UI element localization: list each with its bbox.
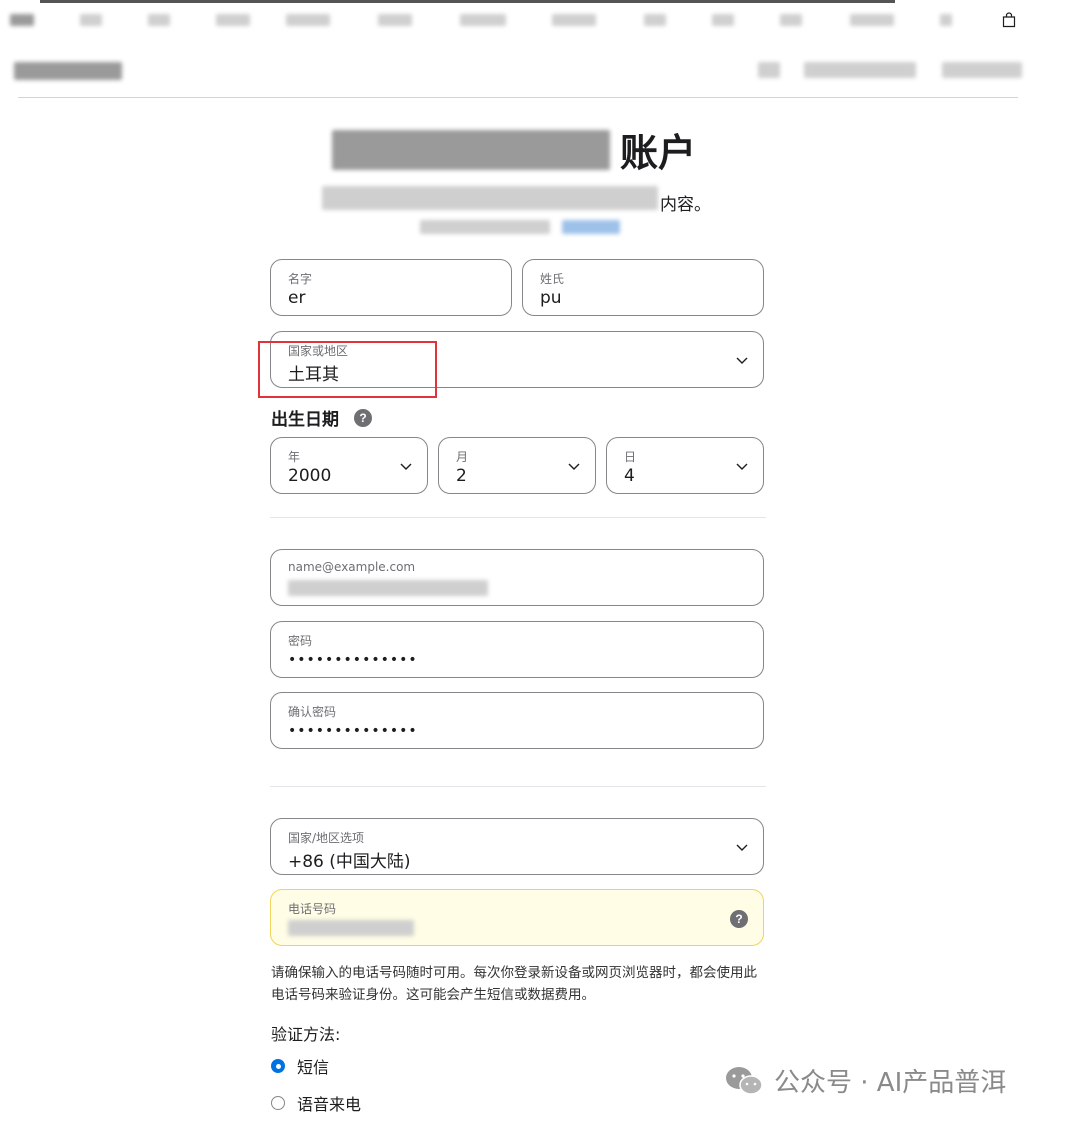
- confirm-password-field[interactable]: 确认密码 ••••••••••••••: [270, 692, 764, 749]
- chevron-down-icon: [568, 463, 580, 470]
- blurred-nav-item[interactable]: [552, 14, 596, 26]
- day-value: 4: [624, 466, 635, 486]
- year-select[interactable]: 年 2000: [270, 437, 428, 494]
- bag-icon[interactable]: [1002, 12, 1016, 28]
- section-divider: [270, 786, 766, 787]
- phone-number-label: 电话号码: [288, 902, 337, 916]
- chevron-down-icon: [400, 463, 412, 470]
- blurred-phone-value: [288, 920, 414, 936]
- help-icon[interactable]: ?: [730, 910, 748, 928]
- watermark: 公众号 · AI产品普洱: [724, 1062, 1006, 1099]
- last-name-value: pu: [540, 288, 562, 308]
- email-placeholder: name@example.com: [288, 560, 416, 574]
- verify-method-label: 验证方法:: [271, 1025, 341, 1044]
- phone-country-value: +86 (中国大陆): [288, 852, 411, 872]
- search-icon[interactable]: [940, 14, 952, 26]
- year-label: 年: [288, 450, 301, 464]
- help-icon[interactable]: ?: [354, 409, 372, 427]
- blurred-nav-item[interactable]: [148, 14, 170, 26]
- first-name-label: 名字: [288, 272, 313, 286]
- first-name-field[interactable]: 名字 er: [270, 259, 512, 316]
- blurred-nav-item[interactable]: [286, 14, 330, 26]
- blurred-heading: [332, 130, 610, 170]
- blurred-subnav-title: [14, 62, 122, 80]
- blurred-nav-item[interactable]: [216, 14, 250, 26]
- blurred-subnav-link[interactable]: [804, 62, 916, 78]
- blurred-nav-item[interactable]: [80, 14, 102, 26]
- phone-number-field[interactable]: 电话号码 ?: [270, 889, 764, 946]
- day-label: 日: [624, 450, 637, 464]
- blurred-subnav-link[interactable]: [758, 62, 780, 78]
- month-select[interactable]: 月 2: [438, 437, 596, 494]
- email-field[interactable]: name@example.com: [270, 549, 764, 606]
- last-name-label: 姓氏: [540, 272, 565, 286]
- subheading-tail: 内容。: [660, 195, 711, 215]
- radio-option-voice[interactable]: 语音来电: [271, 1092, 361, 1114]
- subnav-divider: [18, 97, 1018, 98]
- birthdate-title: 出生日期: [271, 410, 339, 430]
- phone-note: 请确保输入的电话号码随时可用。每次你登录新设备或网页浏览器时，都会使用此电话号码…: [271, 965, 757, 1003]
- section-divider: [270, 517, 766, 518]
- password-value: ••••••••••••••: [288, 652, 418, 668]
- blurred-nav-item[interactable]: [460, 14, 506, 26]
- blurred-nav-item[interactable]: [644, 14, 666, 26]
- confirm-password-value: ••••••••••••••: [288, 723, 418, 739]
- blurred-subheading: [322, 186, 658, 210]
- radio-option-label: 短信: [297, 1058, 330, 1077]
- month-value: 2: [456, 466, 467, 486]
- wechat-icon: [726, 1066, 763, 1095]
- window-edge: [40, 0, 895, 3]
- blurred-email-value: [288, 580, 488, 596]
- confirm-password-label: 确认密码: [288, 705, 337, 719]
- blurred-nav-item[interactable]: [712, 14, 734, 26]
- watermark-text: 公众号 · AI产品普洱: [774, 1068, 1007, 1098]
- day-select[interactable]: 日 4: [606, 437, 764, 494]
- chevron-down-icon: [736, 844, 748, 851]
- month-label: 月: [456, 450, 469, 464]
- chevron-down-icon: [736, 463, 748, 470]
- password-field[interactable]: 密码 ••••••••••••••: [270, 621, 764, 678]
- blurred-nav-item[interactable]: [378, 14, 412, 26]
- password-label: 密码: [288, 634, 313, 648]
- year-value: 2000: [288, 466, 332, 486]
- page-title-tail: 账户: [620, 131, 697, 175]
- first-name-value: er: [288, 288, 306, 308]
- radio-unselected-icon[interactable]: [271, 1096, 285, 1110]
- blurred-nav-item[interactable]: [850, 14, 894, 26]
- radio-option-sms[interactable]: 短信: [271, 1055, 329, 1077]
- radio-option-label: 语音来电: [297, 1095, 362, 1114]
- blurred-nav-item[interactable]: [10, 14, 34, 26]
- radio-selected-icon[interactable]: [271, 1059, 285, 1073]
- blurred-link[interactable]: [562, 220, 620, 234]
- blurred-subheading-line2: [420, 220, 550, 234]
- top-nav-bar: [0, 0, 1080, 40]
- phone-country-label: 国家/地区选项: [288, 831, 365, 845]
- blurred-nav-item[interactable]: [780, 14, 802, 26]
- phone-country-select[interactable]: 国家/地区选项 +86 (中国大陆): [270, 818, 764, 875]
- blurred-subnav-link[interactable]: [942, 62, 1022, 78]
- annotation-highlight-box: [258, 341, 437, 398]
- last-name-field[interactable]: 姓氏 pu: [522, 259, 764, 316]
- chevron-down-icon: [736, 357, 748, 364]
